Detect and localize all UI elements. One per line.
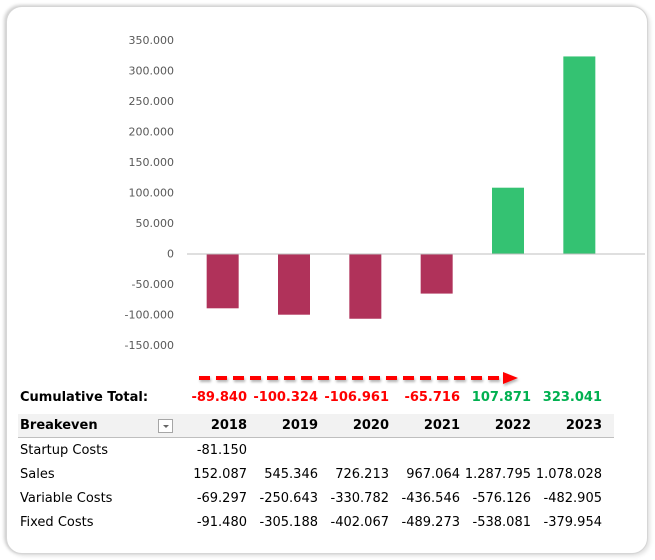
table-cell: -402.067 — [330, 515, 389, 530]
table-header-row: Breakeven 2018 2019 2020 2021 2022 2023 — [18, 414, 614, 438]
year-header: 2022 — [494, 418, 531, 433]
breakeven-header: Breakeven — [20, 418, 98, 433]
y-tick-label: 300.000 — [129, 65, 175, 78]
table-cell: 1.287.795 — [464, 467, 531, 482]
table-row-startup-costs: Startup Costs -81.150 — [18, 439, 614, 463]
bar-2019 — [278, 253, 310, 315]
y-tick-label: 200.000 — [129, 126, 175, 139]
y-tick-label: -150.000 — [125, 339, 174, 352]
y-tick-label: 50.000 — [136, 217, 175, 230]
cumulative-value: -100.324 — [253, 390, 318, 405]
row-label: Startup Costs — [20, 443, 109, 458]
table-row-fixed-costs: Fixed Costs -91.480 -305.188 -402.067 -4… — [18, 511, 614, 535]
cumulative-value: 323.041 — [542, 390, 602, 405]
table-cell: -379.954 — [543, 515, 602, 530]
y-tick-label: 0 — [167, 248, 174, 261]
table-cell: -250.643 — [259, 491, 318, 506]
table-row-variable-costs: Variable Costs -69.297 -250.643 -330.782… — [18, 487, 614, 511]
table-cell: -81.150 — [196, 443, 247, 458]
table-row-sales: Sales 152.087 545.346 726.213 967.064 1.… — [18, 463, 614, 487]
year-header: 2020 — [352, 418, 389, 433]
row-label: Variable Costs — [20, 491, 113, 506]
table-cell: -91.480 — [196, 515, 247, 530]
table-cell: 545.346 — [264, 467, 318, 482]
y-tick-label: 150.000 — [129, 156, 175, 169]
filter-dropdown-button[interactable] — [158, 419, 173, 433]
year-header: 2018 — [210, 418, 247, 433]
bar-2018 — [206, 253, 239, 309]
y-tick-label: -50.000 — [132, 278, 174, 291]
year-header: 2021 — [423, 418, 460, 433]
y-tick-label: 100.000 — [129, 187, 175, 200]
year-header: 2023 — [565, 418, 602, 433]
bar-2021 — [420, 253, 453, 294]
breakeven-chart: 350.000 300.000 250.000 200.000 150.000 100.0… — [125, 34, 645, 352]
row-label: Fixed Costs — [20, 515, 94, 530]
arrow-head — [503, 372, 518, 384]
table-cell: -305.188 — [259, 515, 318, 530]
bar-2020 — [349, 253, 382, 319]
y-tick-label: -100.000 — [125, 309, 174, 322]
year-header: 2019 — [281, 418, 318, 433]
table-cell: -576.126 — [472, 491, 531, 506]
cumulative-total-label: Cumulative Total: — [20, 390, 149, 405]
cumulative-value: -106.961 — [324, 390, 389, 405]
cumulative-value: -89.840 — [191, 390, 247, 405]
y-tick-label: 350.000 — [129, 34, 175, 47]
cumulative-total-row: Cumulative Total: -89.840 -100.324 -106.… — [18, 386, 614, 410]
table-cell: -538.081 — [472, 515, 531, 530]
table-cell: -489.273 — [401, 515, 460, 530]
table-cell: -482.905 — [543, 491, 602, 506]
cumulative-value: 107.871 — [471, 390, 531, 405]
table-cell: -69.297 — [196, 491, 247, 506]
table-cell: 967.064 — [406, 467, 460, 482]
bar-2023 — [563, 56, 596, 254]
table-cell: 726.213 — [335, 467, 389, 482]
y-tick-label: 250.000 — [129, 95, 175, 108]
table-cell: -330.782 — [330, 491, 389, 506]
row-label: Sales — [20, 467, 55, 482]
cumulative-value: -65.716 — [404, 390, 460, 405]
bar-2022 — [492, 187, 524, 254]
table-cell: 1.078.028 — [535, 467, 602, 482]
table-cell: 152.087 — [193, 467, 247, 482]
table-cell: -436.546 — [401, 491, 460, 506]
breakeven-arrow — [197, 370, 522, 386]
